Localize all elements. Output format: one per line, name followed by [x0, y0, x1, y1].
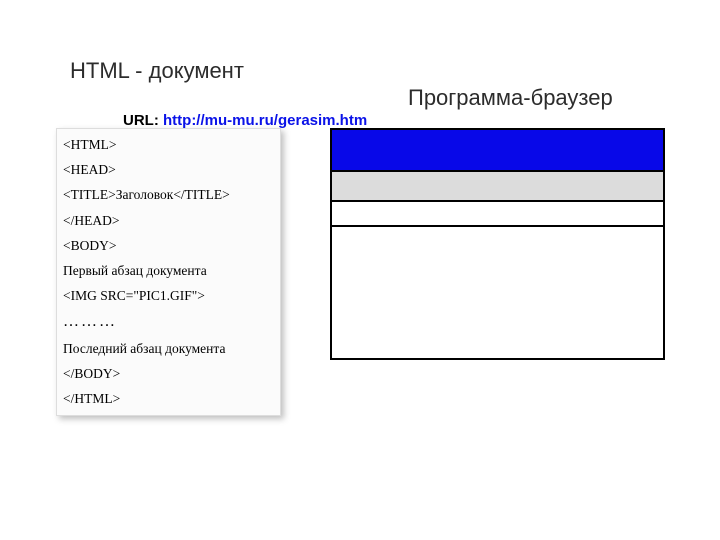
heading-browser: Программа-браузер [408, 85, 613, 111]
code-line: <HEAD> [63, 162, 274, 178]
url-label: URL: [123, 112, 159, 129]
code-line: </BODY> [63, 366, 274, 382]
code-line: <HTML> [63, 137, 274, 153]
browser-window [330, 128, 665, 360]
code-line: <IMG SRC="PIC1.GIF"> [63, 288, 274, 304]
html-source-panel: <HTML> <HEAD> <TITLE>Заголовок</TITLE> <… [56, 128, 281, 416]
browser-menu-bar [332, 172, 663, 202]
url-line: URL: http://mu-mu.ru/gerasim.htm [123, 112, 367, 129]
browser-title-bar [332, 130, 663, 172]
code-line: Последний абзац документа [63, 341, 274, 357]
code-line: <TITLE>Заголовок</TITLE> [63, 187, 274, 203]
browser-toolbar [332, 202, 663, 227]
code-line: Первый абзац документа [63, 263, 274, 279]
browser-content-area [332, 227, 663, 358]
code-line: <BODY> [63, 238, 274, 254]
code-ellipsis: ……… [63, 313, 274, 331]
heading-html-document: HTML - документ [70, 58, 244, 84]
code-line: </HTML> [63, 391, 274, 407]
code-line: </HEAD> [63, 213, 274, 229]
url-value: http://mu-mu.ru/gerasim.htm [163, 112, 367, 129]
